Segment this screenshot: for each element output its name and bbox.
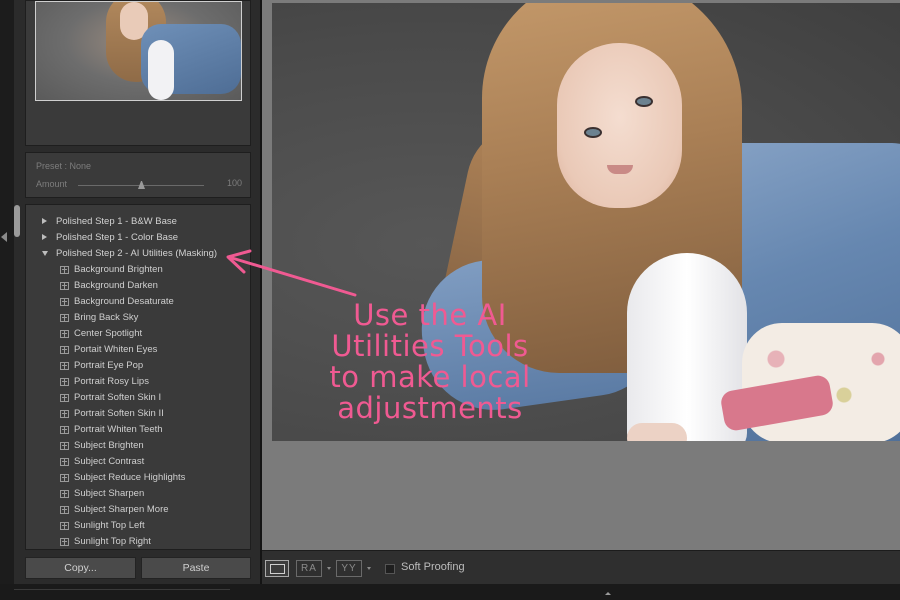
preset-item[interactable]: Subject Sharpen bbox=[26, 486, 250, 502]
preset-item-label: Subject Contrast bbox=[74, 456, 145, 467]
preset-icon bbox=[60, 538, 69, 546]
soft-proofing-checkbox[interactable] bbox=[385, 564, 395, 574]
preset-icon bbox=[60, 346, 69, 354]
preset-icon bbox=[60, 282, 69, 290]
preset-item[interactable]: Portrait Soften Skin I bbox=[26, 390, 250, 406]
preset-item[interactable]: Portait Whiten Eyes bbox=[26, 342, 250, 358]
preset-item[interactable]: Sunlight Top Left bbox=[26, 518, 250, 534]
preset-item[interactable]: Subject Brighten bbox=[26, 438, 250, 454]
compare-view-button[interactable]: YY bbox=[336, 560, 362, 577]
preset-item-label: Portrait Soften Skin I bbox=[74, 392, 162, 403]
bottom-toolbar: RA YY Soft Proofing bbox=[262, 550, 900, 584]
preset-icon bbox=[60, 458, 69, 466]
disclosure-right-icon[interactable] bbox=[42, 218, 47, 224]
preset-item-label: Portrait Soften Skin II bbox=[74, 408, 164, 419]
preset-item[interactable]: Center Spotlight bbox=[26, 326, 250, 342]
preset-group[interactable]: Polished Step 1 - Color Base bbox=[26, 230, 250, 246]
disclosure-right-icon[interactable] bbox=[42, 234, 47, 240]
amount-slider-thumb[interactable] bbox=[138, 181, 145, 189]
annotation-line: Use the AI bbox=[353, 298, 507, 332]
preset-item[interactable]: Portrait Eye Pop bbox=[26, 358, 250, 374]
preset-group[interactable]: Polished Step 1 - B&W Base bbox=[26, 214, 250, 230]
preset-label: Preset : None bbox=[36, 161, 92, 171]
paste-button[interactable]: Paste bbox=[141, 557, 251, 579]
preset-item[interactable]: Subject Reduce Highlights bbox=[26, 470, 250, 486]
preset-item[interactable]: Portrait Soften Skin II bbox=[26, 406, 250, 422]
preset-icon bbox=[60, 314, 69, 322]
navigator-thumbnail[interactable] bbox=[35, 1, 242, 101]
preset-item[interactable]: Sunlight Top Right bbox=[26, 534, 250, 549]
loupe-view-icon[interactable] bbox=[265, 560, 289, 577]
panel-scrollbar[interactable] bbox=[14, 205, 20, 237]
preset-icon bbox=[60, 410, 69, 418]
navigator-panel bbox=[25, 0, 251, 146]
preset-icon bbox=[60, 442, 69, 450]
left-edge-strip bbox=[0, 0, 14, 600]
preset-icon bbox=[60, 362, 69, 370]
preset-group[interactable]: Polished Step 2 - AI Utilities (Masking) bbox=[26, 246, 250, 262]
preset-item-label: Subject Reduce Highlights bbox=[74, 472, 186, 483]
soft-proofing-label: Soft Proofing bbox=[401, 561, 465, 573]
preset-group-label: Polished Step 1 - Color Base bbox=[56, 232, 178, 243]
annotation-text: Use the AI Utilities Tools to make local… bbox=[312, 300, 548, 424]
annotation-line: adjustments bbox=[337, 391, 523, 425]
preset-item-label: Portrait Rosy Lips bbox=[74, 376, 149, 387]
image-view bbox=[262, 0, 900, 550]
preset-item[interactable]: Background Desaturate bbox=[26, 294, 250, 310]
preset-item-label: Bring Back Sky bbox=[74, 312, 139, 323]
preset-group-label: Polished Step 2 - AI Utilities (Masking) bbox=[56, 248, 218, 259]
preset-icon bbox=[60, 394, 69, 402]
preset-item-label: Portrait Whiten Teeth bbox=[74, 424, 163, 435]
annotation-line: to make local bbox=[329, 360, 531, 394]
annotation-line: Utilities Tools bbox=[331, 329, 529, 363]
presets-list: Polished Step 1 - B&W Base Polished Step … bbox=[25, 204, 251, 550]
preset-icon bbox=[60, 522, 69, 530]
preset-group-label: Polished Step 1 - B&W Base bbox=[56, 216, 177, 227]
preset-item[interactable]: Portrait Whiten Teeth bbox=[26, 422, 250, 438]
preset-item-label: Background Desaturate bbox=[74, 296, 174, 307]
bottom-strip bbox=[0, 584, 900, 600]
filmstrip-toggle-icon[interactable] bbox=[605, 592, 611, 595]
preset-item-label: Subject Brighten bbox=[74, 440, 144, 451]
preset-icon bbox=[60, 266, 69, 274]
preset-item-label: Center Spotlight bbox=[74, 328, 143, 339]
preset-item-label: Portrait Eye Pop bbox=[74, 360, 144, 371]
preset-amount-box: Preset : None Amount 100 bbox=[25, 152, 251, 198]
preset-item[interactable]: Subject Sharpen More bbox=[26, 502, 250, 518]
preset-item[interactable]: Background Brighten bbox=[26, 262, 250, 278]
chevron-down-icon[interactable] bbox=[367, 567, 371, 570]
bottom-divider bbox=[14, 589, 230, 590]
preset-icon bbox=[60, 506, 69, 514]
preset-item-label: Subject Sharpen bbox=[74, 488, 145, 499]
preset-item-label: Sunlight Top Left bbox=[74, 520, 145, 531]
disclosure-down-icon[interactable] bbox=[42, 251, 48, 256]
collapse-panel-icon[interactable] bbox=[1, 232, 7, 242]
preset-icon bbox=[60, 330, 69, 338]
preset-item-label: Background Brighten bbox=[74, 264, 163, 275]
preset-icon bbox=[60, 474, 69, 482]
copy-button[interactable]: Copy... bbox=[25, 557, 136, 579]
preset-item-label: Portait Whiten Eyes bbox=[74, 344, 158, 355]
preset-item-label: Background Darken bbox=[74, 280, 158, 291]
amount-label: Amount bbox=[36, 179, 68, 189]
preset-icon bbox=[60, 298, 69, 306]
preset-icon bbox=[60, 490, 69, 498]
preset-icon bbox=[60, 378, 69, 386]
preset-item-label: Subject Sharpen More bbox=[74, 504, 169, 515]
before-after-button[interactable]: RA bbox=[296, 560, 322, 577]
preset-item[interactable]: Portrait Rosy Lips bbox=[26, 374, 250, 390]
chevron-down-icon[interactable] bbox=[327, 567, 331, 570]
preset-item[interactable]: Subject Contrast bbox=[26, 454, 250, 470]
preset-icon bbox=[60, 426, 69, 434]
amount-value: 100 bbox=[226, 178, 242, 188]
preset-item-label: Sunlight Top Right bbox=[74, 536, 151, 547]
preset-item[interactable]: Bring Back Sky bbox=[26, 310, 250, 326]
preset-item[interactable]: Background Darken bbox=[26, 278, 250, 294]
